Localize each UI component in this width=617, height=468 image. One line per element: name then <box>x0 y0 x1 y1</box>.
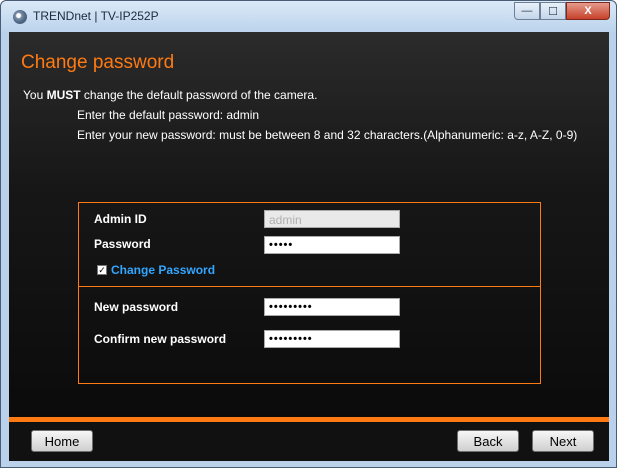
maximize-button[interactable]: ☐ <box>540 2 566 20</box>
password-field[interactable]: ••••• <box>264 236 400 254</box>
back-button[interactable]: Back <box>457 430 519 452</box>
page-title: Change password <box>21 52 175 73</box>
credentials-panel <box>78 202 541 384</box>
password-label: Password <box>94 237 151 251</box>
admin-id-field: admin <box>264 210 400 228</box>
wizard-footer: Home Back Next <box>9 422 609 461</box>
instruction-must: You MUST change the default password of … <box>23 88 317 102</box>
window-controls: — ☐ X <box>514 2 610 22</box>
app-window: TRENDnet | TV-IP252P — ☐ X Change passwo… <box>0 0 617 468</box>
must-suffix: change the default password of the camer… <box>80 88 318 102</box>
new-password-field[interactable]: ••••••••• <box>264 298 400 316</box>
minimize-button[interactable]: — <box>514 2 540 20</box>
must-prefix: You <box>23 88 47 102</box>
new-password-label: New password <box>94 300 179 314</box>
confirm-password-label: Confirm new password <box>94 332 227 346</box>
wizard-content: Change password You MUST change the defa… <box>9 32 609 417</box>
camera-app-icon <box>13 10 27 24</box>
instruction-default-password: Enter the default password: admin <box>77 108 260 122</box>
panel-divider <box>78 286 541 287</box>
confirm-password-field[interactable]: ••••••••• <box>264 330 400 348</box>
instruction-new-password: Enter your new password: must be between… <box>77 128 578 142</box>
home-button[interactable]: Home <box>31 430 93 452</box>
next-button[interactable]: Next <box>532 430 594 452</box>
title-bar[interactable]: TRENDnet | TV-IP252P — ☐ X <box>1 1 616 32</box>
minimize-icon: — <box>521 5 533 17</box>
window-title: TRENDnet | TV-IP252P <box>33 9 159 23</box>
wizard-client-area: Change password You MUST change the defa… <box>9 32 609 461</box>
must-word: MUST <box>46 88 81 102</box>
change-password-label[interactable]: Change Password <box>111 263 215 277</box>
close-button[interactable]: X <box>566 2 610 20</box>
admin-id-label: Admin ID <box>94 212 147 226</box>
close-icon: X <box>584 5 592 17</box>
change-password-checkbox[interactable]: ✓ <box>97 265 107 275</box>
maximize-icon: ☐ <box>548 5 558 18</box>
